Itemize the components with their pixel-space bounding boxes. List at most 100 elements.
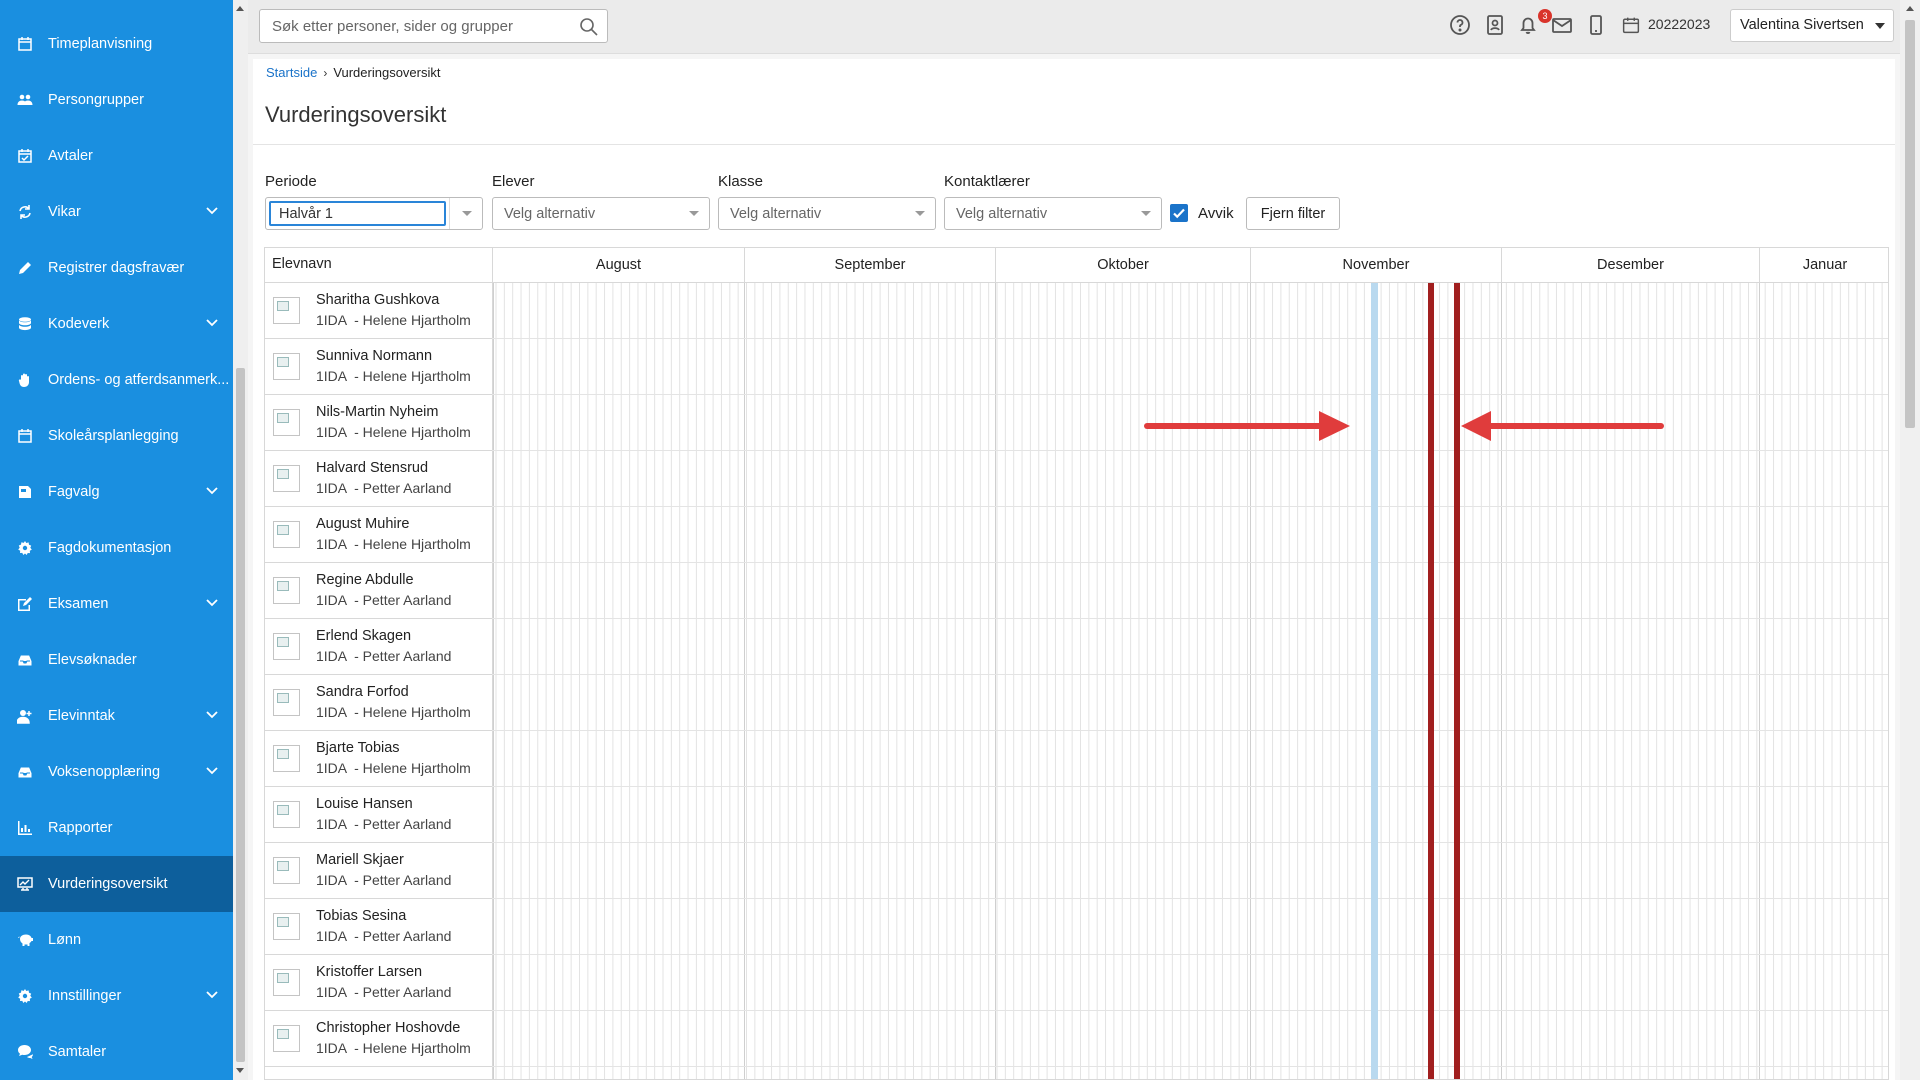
avvik-label[interactable]: Avvik: [1198, 205, 1234, 222]
mail-icon[interactable]: [1551, 14, 1575, 38]
sidebar-item-vikar[interactable]: Vikar: [0, 184, 233, 240]
chevron-down-icon[interactable]: [205, 708, 219, 724]
sidebar-item-registrer-dagsfravær[interactable]: Registrer dagsfravær: [0, 240, 233, 296]
breadcrumb-current: Vurderingsoversikt: [333, 65, 441, 80]
sidebar-item-label: Voksenopplæring: [48, 764, 161, 780]
sidebar-item-persongrupper[interactable]: Persongrupper: [0, 72, 233, 128]
sidebar-item-label: Samtaler: [48, 1044, 107, 1060]
edit-icon: [16, 595, 34, 613]
sidebar-item-label: Ordens- og atferdsanmerk...: [48, 372, 230, 388]
sidebar-item-elevsøknader[interactable]: Elevsøknader: [0, 632, 233, 688]
sidebar-scroll-thumb[interactable]: [236, 368, 245, 1062]
klasse-placeholder: Velg alternativ: [730, 206, 822, 222]
notification-badge: 3: [1538, 9, 1552, 23]
sidebar-item-label: Fagdokumentasjon: [48, 540, 172, 556]
chart-icon: [16, 819, 34, 837]
chat-icon: [16, 1043, 34, 1061]
sidebar-item-kodeverk[interactable]: Kodeverk: [0, 296, 233, 352]
sidebar-item-lønn[interactable]: Lønn: [0, 912, 233, 968]
checkmark-icon: [1173, 208, 1185, 219]
sidebar-item-label: Innstillinger: [48, 988, 122, 1004]
kontaktlaerer-select[interactable]: Velg alternativ: [944, 197, 1162, 230]
chevron-down-icon[interactable]: [205, 988, 219, 1004]
sidebar-item-innstillinger[interactable]: Innstillinger: [0, 968, 233, 1024]
chart-line-icon: [16, 875, 34, 893]
database-icon: [16, 315, 34, 333]
top-bar: 3 20222023 Valentina Sivertsen: [248, 0, 1900, 54]
caret-down-icon: [689, 211, 699, 216]
periode-label: Periode: [265, 173, 317, 190]
sidebar-item-samtaler[interactable]: Samtaler: [0, 1024, 233, 1080]
periode-select[interactable]: [265, 197, 483, 230]
user-menu[interactable]: Valentina Sivertsen: [1730, 9, 1894, 42]
divider: [449, 198, 450, 229]
chevron-down-icon[interactable]: [205, 204, 219, 220]
inbox-icon: [16, 651, 34, 669]
sidebar-item-label: Fagvalg: [48, 484, 100, 500]
sidebar-item-timeplanvisning[interactable]: Timeplanvisning: [0, 16, 233, 72]
page-title: Vurderingsoversikt: [265, 102, 447, 127]
sidebar-item-fagvalg[interactable]: Fagvalg: [0, 464, 233, 520]
periode-input[interactable]: [269, 201, 446, 226]
search-icon[interactable]: [579, 17, 599, 37]
sidebar-item-skoleårsplanlegging[interactable]: Skoleårsplanlegging: [0, 408, 233, 464]
calendar-icon: [16, 35, 34, 53]
sync-icon: [16, 203, 34, 221]
chevron-right-icon: ›: [323, 66, 328, 80]
mobile-icon[interactable]: [1585, 14, 1609, 38]
scroll-up-arrow[interactable]: [236, 6, 244, 11]
gear-icon: [16, 539, 34, 557]
sidebar-item-ordens-og-atferdsanmerk[interactable]: Ordens- og atferdsanmerk...: [0, 352, 233, 408]
sidebar-item-eksamen[interactable]: Eksamen: [0, 576, 233, 632]
chevron-down-icon[interactable]: [205, 316, 219, 332]
search-input[interactable]: [260, 10, 560, 42]
piggy-bank-icon: [16, 931, 34, 949]
sidebar-item-label: Persongrupper: [48, 92, 144, 108]
sidebar-item-avtaler[interactable]: Avtaler: [0, 128, 233, 184]
annotation-arrows: [1144, 411, 1664, 441]
sidebar-item-label: Eksamen: [48, 596, 109, 612]
pencil-icon: [16, 259, 34, 277]
scroll-up-arrow[interactable]: [1906, 6, 1914, 11]
search-box[interactable]: [259, 9, 608, 43]
chevron-down-icon[interactable]: [205, 764, 219, 780]
chevron-down-icon[interactable]: [205, 596, 219, 612]
gear-icon: [16, 987, 34, 1005]
chevron-down-icon[interactable]: [205, 484, 219, 500]
main-scroll-thumb[interactable]: [1905, 20, 1915, 428]
elever-label: Elever: [492, 173, 535, 190]
sidebar-item-voksenopplæring[interactable]: Voksenopplæring: [0, 744, 233, 800]
sidebar-item-vurderingsoversikt[interactable]: Vurderingsoversikt: [0, 856, 233, 912]
sidebar-item-label: Elevinntak: [48, 708, 115, 724]
hand-icon: [16, 371, 34, 389]
sidebar-item-label: Skoleårsplanlegging: [48, 428, 179, 444]
caret-down-icon: [915, 211, 925, 216]
klasse-select[interactable]: Velg alternativ: [718, 197, 936, 230]
breadcrumb-home-link[interactable]: Startside: [266, 65, 317, 80]
caret-down-icon[interactable]: [462, 211, 472, 216]
elever-select[interactable]: Velg alternativ: [492, 197, 710, 230]
sidebar-scrollbar[interactable]: [233, 0, 248, 1080]
arrow-left-annotation: [1461, 411, 1664, 441]
school-year-label[interactable]: 20222023: [1648, 16, 1710, 32]
sidebar-item-fagdokumentasjon[interactable]: Fagdokumentasjon: [0, 520, 233, 576]
scroll-down-arrow[interactable]: [236, 1068, 244, 1073]
contact-card-icon[interactable]: [1484, 14, 1508, 38]
main-scrollbar[interactable]: [1900, 0, 1920, 1080]
book-icon: [16, 483, 34, 501]
user-name: Valentina Sivertsen: [1740, 17, 1864, 33]
sidebar-item-elevinntak[interactable]: Elevinntak: [0, 688, 233, 744]
clear-filter-button[interactable]: Fjern filter: [1246, 197, 1340, 230]
inbox-icon: [16, 763, 34, 781]
kontaktlaerer-placeholder: Velg alternativ: [956, 206, 1048, 222]
sidebar-item-label: Lønn: [48, 932, 82, 948]
calendar-icon[interactable]: [1622, 14, 1642, 38]
avvik-checkbox[interactable]: [1170, 204, 1188, 222]
calendar-icon: [16, 427, 34, 445]
help-icon[interactable]: [1449, 14, 1473, 38]
elever-placeholder: Velg alternativ: [504, 206, 596, 222]
klasse-label: Klasse: [718, 173, 764, 190]
sidebar-item-rapporter[interactable]: Rapporter: [0, 800, 233, 856]
main-content: Startside › Vurderingsoversikt Vurderingso…: [253, 59, 1895, 1080]
assessment-grid: Elevnavn August September Oktober Novemb…: [264, 247, 1889, 1080]
